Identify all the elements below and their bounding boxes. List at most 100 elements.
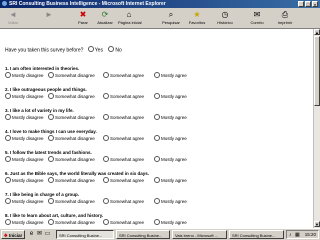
answer-option[interactable]: Mostly disagree [5, 71, 44, 79]
scroll-down-icon[interactable]: ▼ [314, 221, 320, 227]
outlook-quicklaunch-icon[interactable]: ✉ [36, 231, 43, 238]
answer-radio[interactable] [103, 197, 109, 204]
answer-radio[interactable] [48, 71, 54, 78]
answer-radio[interactable] [154, 218, 160, 225]
answer-radio[interactable] [5, 218, 11, 225]
vertical-scrollbar[interactable]: ▲ ▼ [313, 29, 320, 228]
answer-radio[interactable] [154, 176, 160, 183]
print-button[interactable]: ⎙ Imprimir [274, 9, 296, 27]
answer-label: Mostly agree [161, 157, 187, 162]
mail-button[interactable]: ✉ Correio [246, 9, 268, 27]
answer-option[interactable]: Somewhat disagree [48, 218, 95, 226]
answer-option[interactable]: Somewhat disagree [48, 155, 95, 163]
answer-option[interactable]: Somewhat disagree [48, 134, 95, 142]
answer-radio[interactable] [103, 71, 109, 78]
answer-option[interactable]: Mostly disagree [5, 197, 44, 205]
ie-quicklaunch-icon[interactable]: e [28, 231, 35, 238]
answer-option[interactable]: Mostly disagree [5, 113, 44, 121]
answer-option[interactable]: Mostly agree [154, 218, 187, 226]
answer-radio[interactable] [154, 113, 160, 120]
answer-option[interactable]: Somewhat agree [103, 113, 144, 121]
answer-radio[interactable] [5, 197, 11, 204]
answer-option[interactable]: Somewhat disagree [48, 71, 95, 79]
forward-button[interactable]: ► [38, 9, 60, 27]
answer-radio[interactable] [48, 176, 54, 183]
answer-option[interactable]: Mostly disagree [5, 218, 44, 226]
answer-option[interactable]: Mostly agree [154, 155, 187, 163]
answer-option[interactable]: Somewhat disagree [48, 92, 95, 100]
task-vals-breno[interactable]: Vals breno - Microsoft ... [172, 230, 227, 239]
answer-option[interactable]: Mostly agree [154, 134, 187, 142]
answer-radio[interactable] [154, 155, 160, 162]
answer-label: Mostly agree [161, 199, 187, 204]
minimize-button[interactable]: _ [298, 1, 304, 7]
answer-radio[interactable] [5, 176, 11, 183]
answer-label: Mostly agree [161, 220, 187, 225]
answer-option[interactable]: Mostly disagree [5, 155, 44, 163]
answer-radio[interactable] [48, 92, 54, 99]
answer-radio[interactable] [5, 113, 11, 120]
mail-icon: ✉ [253, 10, 261, 19]
volume-icon[interactable]: ♪ [289, 231, 292, 239]
answer-option[interactable]: Mostly agree [154, 71, 187, 79]
answer-option[interactable]: Mostly agree [154, 176, 187, 184]
answer-radio[interactable] [154, 134, 160, 141]
answer-option[interactable]: Mostly agree [154, 113, 187, 121]
answer-radio[interactable] [5, 134, 11, 141]
answer-radio[interactable] [154, 197, 160, 204]
answer-option[interactable]: Somewhat disagree [48, 197, 95, 205]
title-bar: SRI Consulting Business Intelligence - M… [0, 0, 320, 8]
scroll-up-icon[interactable]: ▲ [314, 29, 320, 35]
task-sri-consulting-1[interactable]: SRI Consulting Busine... [56, 230, 114, 239]
answer-radio[interactable] [48, 134, 54, 141]
answer-option[interactable]: Mostly disagree [5, 134, 44, 142]
answer-option[interactable]: Mostly agree [154, 197, 187, 205]
favorites-button[interactable]: ★ Favoritos [186, 9, 208, 27]
answer-radio[interactable] [154, 92, 160, 99]
answer-option[interactable]: Somewhat agree [103, 92, 144, 100]
search-button[interactable]: ⌕ Pesquisar [160, 9, 182, 27]
answer-radio[interactable] [48, 218, 54, 225]
answer-option[interactable]: Somewhat agree [103, 176, 144, 184]
home-button[interactable]: ⌂ Página inicial [118, 9, 142, 27]
answer-radio[interactable] [48, 197, 54, 204]
answer-option[interactable]: Somewhat agree [103, 155, 144, 163]
answer-radio[interactable] [5, 92, 11, 99]
answer-radio[interactable] [103, 92, 109, 99]
answer-radio[interactable] [48, 155, 54, 162]
task-sri-consulting-2[interactable]: SRI Consulting Busine... [116, 230, 170, 239]
answer-option[interactable]: Somewhat agree [103, 197, 144, 205]
intro-yes-radio[interactable] [87, 46, 94, 52]
answer-option[interactable]: Somewhat disagree [48, 113, 95, 121]
start-button[interactable]: ❖ Iniciar [1, 230, 25, 239]
answer-option[interactable]: Mostly disagree [5, 176, 44, 184]
close-button[interactable]: × [312, 1, 318, 7]
refresh-button[interactable]: ⟳ Atualizar [94, 9, 116, 27]
answer-label: Mostly disagree [12, 157, 44, 162]
stop-button[interactable]: ✖ Parar [72, 9, 94, 27]
answer-radio[interactable] [5, 155, 11, 162]
answer-radio[interactable] [5, 71, 11, 78]
answer-option[interactable]: Somewhat disagree [48, 176, 95, 184]
question-text: 5. I follow the latest trends and fashio… [5, 150, 92, 155]
scroll-thumb[interactable] [314, 36, 320, 106]
maximize-button[interactable]: □ [305, 1, 311, 7]
answer-option[interactable]: Somewhat agree [103, 134, 144, 142]
desktop-quicklaunch-icon[interactable]: ▭ [44, 231, 51, 238]
answer-option[interactable]: Somewhat agree [103, 218, 144, 226]
history-button[interactable]: ◷ Histórico [214, 9, 236, 27]
answer-option[interactable]: Mostly agree [154, 92, 187, 100]
answer-radio[interactable] [103, 176, 109, 183]
task-sri-consulting-3[interactable]: SRI Consulting Busine... [229, 230, 284, 239]
network-icon[interactable]: ▦ [295, 231, 300, 239]
answer-radio[interactable] [103, 218, 109, 225]
answer-radio[interactable] [48, 113, 54, 120]
answer-option[interactable]: Somewhat agree [103, 71, 144, 79]
answer-radio[interactable] [103, 134, 109, 141]
answer-option[interactable]: Mostly disagree [5, 92, 44, 100]
back-button[interactable]: ◄ Voltar [2, 9, 24, 27]
answer-radio[interactable] [103, 155, 109, 162]
answer-radio[interactable] [103, 113, 109, 120]
intro-no-radio[interactable] [108, 46, 115, 52]
answer-radio[interactable] [154, 71, 160, 78]
